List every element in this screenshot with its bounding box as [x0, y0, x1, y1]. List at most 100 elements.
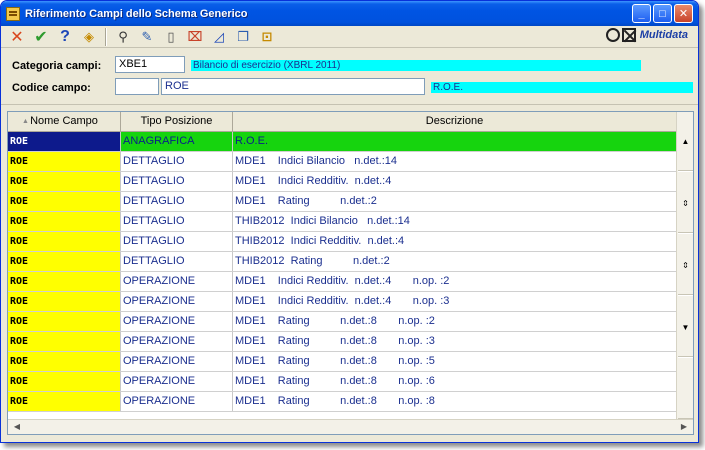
cell-tipo-posizione[interactable]: DETTAGLIO [121, 212, 233, 231]
grid-body: ROE ANAGRAFICA R.O.E. ROE DETTAGLIO MDE1 Indi… [8, 132, 677, 412]
edit-icon[interactable]: ✎ [137, 27, 157, 47]
cell-descrizione[interactable]: MDE1 Rating n.det.:8 n.op. :3 [233, 332, 677, 351]
codice-value-field[interactable]: ROE [161, 78, 425, 95]
cell-nome-campo[interactable]: ROE [8, 292, 121, 311]
cell-tipo-posizione[interactable]: OPERAZIONE [121, 392, 233, 411]
codice-description: R.O.E. [431, 82, 693, 93]
table-row[interactable]: ROE OPERAZIONE MDE1 Indici Redditiv. n.det… [8, 292, 677, 312]
cell-nome-campo[interactable]: ROE [8, 392, 121, 411]
cell-descrizione[interactable]: THIB2012 Indici Bilancio n.det.:14 [233, 212, 677, 231]
scroll-end-icon[interactable] [678, 360, 693, 420]
cell-descrizione[interactable]: MDE1 Rating n.det.:8 n.op. :5 [233, 352, 677, 371]
categoria-code-field[interactable]: XBE1 [115, 56, 185, 73]
scroll-down-icon[interactable]: ▼ [678, 298, 693, 358]
cell-tipo-posizione[interactable]: DETTAGLIO [121, 252, 233, 271]
cell-nome-campo[interactable]: ROE [8, 212, 121, 231]
cell-tipo-posizione[interactable]: ANAGRAFICA [121, 132, 233, 151]
cell-tipo-posizione[interactable]: OPERAZIONE [121, 332, 233, 351]
cell-descrizione[interactable]: MDE1 Rating n.det.:8 n.op. :2 [233, 312, 677, 331]
table-row[interactable]: ROE OPERAZIONE MDE1 Rating n.det.:8 n.op. … [8, 332, 677, 352]
cell-nome-campo[interactable]: ROE [8, 312, 121, 331]
categoria-description: Bilancio di esercizio (XBRL 2011) [191, 60, 641, 71]
codice-code-field[interactable] [115, 78, 159, 95]
search-icon[interactable]: ⚲ [113, 27, 133, 47]
scroll-page-up-icon[interactable]: ⇕ [678, 174, 693, 234]
minimize-button[interactable]: _ [632, 4, 651, 23]
table-row[interactable]: ROE DETTAGLIO THIB2012 Indici Redditiv. n.… [8, 232, 677, 252]
table-row[interactable]: ROE OPERAZIONE MDE1 Indici Redditiv. n.det… [8, 272, 677, 292]
help-icon[interactable]: ? [55, 27, 75, 47]
filter-form: Categoria campi: XBE1 Bilancio di eserci… [1, 48, 698, 105]
cell-nome-campo[interactable]: ROE [8, 172, 121, 191]
scroll-right-icon[interactable]: ▶ [677, 421, 691, 433]
table-row[interactable]: ROE OPERAZIONE MDE1 Rating n.det.:8 n.op. … [8, 352, 677, 372]
table-row[interactable]: ROE DETTAGLIO MDE1 Indici Bilancio n.det.:… [8, 152, 677, 172]
title-bar[interactable]: Riferimento Campi dello Schema Generico … [1, 1, 698, 26]
cell-descrizione[interactable]: MDE1 Rating n.det.:8 n.op. :8 [233, 392, 677, 411]
scroll-page-down-icon[interactable]: ⇕ [678, 236, 693, 296]
table-row[interactable]: ROE DETTAGLIO MDE1 Indici Redditiv. n.det.… [8, 172, 677, 192]
cell-descrizione[interactable]: THIB2012 Indici Redditiv. n.det.:4 [233, 232, 677, 251]
cell-nome-campo[interactable]: ROE [8, 372, 121, 391]
new-document-icon[interactable]: ▯ [161, 27, 181, 47]
app-icon [6, 6, 20, 21]
cell-descrizione[interactable]: MDE1 Indici Bilancio n.det.:14 [233, 152, 677, 171]
vertical-scrollbar[interactable]: ▲ ⇕ ⇕ ▼ [676, 112, 693, 420]
column-header-tipo[interactable]: Tipo Posizione [121, 112, 233, 131]
cell-descrizione[interactable]: MDE1 Indici Redditiv. n.det.:4 n.op. :2 [233, 272, 677, 291]
scroll-up-icon[interactable]: ▲ [678, 112, 693, 172]
cell-nome-campo[interactable]: ROE [8, 132, 121, 151]
window-icon[interactable]: ❐ [233, 27, 253, 47]
cell-descrizione[interactable]: MDE1 Rating n.det.:2 [233, 192, 677, 211]
delete-icon[interactable]: ⌧ [185, 27, 205, 47]
table-row[interactable]: ROE DETTAGLIO THIB2012 Indici Bilancio n.d… [8, 212, 677, 232]
cell-nome-campo[interactable]: ROE [8, 192, 121, 211]
confirm-icon[interactable]: ✔ [31, 27, 51, 47]
cross-box-icon [621, 28, 636, 42]
ruler-icon[interactable]: ◿ [209, 27, 229, 47]
close-button[interactable]: ✕ [674, 4, 693, 23]
cell-nome-campo[interactable]: ROE [8, 252, 121, 271]
cell-descrizione[interactable]: MDE1 Indici Redditiv. n.det.:4 n.op. :3 [233, 292, 677, 311]
column-header-descrizione[interactable]: Descrizione [233, 112, 677, 131]
column-header-nome[interactable]: ▲ Nome Campo [8, 112, 121, 131]
cell-descrizione[interactable]: THIB2012 Rating n.det.:2 [233, 252, 677, 271]
data-grid: ▲ Nome Campo Tipo Posizione Descrizione … [7, 111, 694, 435]
maximize-button[interactable]: □ [653, 4, 672, 23]
cell-tipo-posizione[interactable]: DETTAGLIO [121, 152, 233, 171]
cell-descrizione[interactable]: R.O.E. [233, 132, 677, 151]
cell-descrizione[interactable]: MDE1 Indici Redditiv. n.det.:4 [233, 172, 677, 191]
cell-descrizione[interactable]: MDE1 Rating n.det.:8 n.op. :6 [233, 372, 677, 391]
cell-tipo-posizione[interactable]: OPERAZIONE [121, 372, 233, 391]
codice-label: Codice campo: [12, 82, 91, 94]
table-row[interactable]: ROE OPERAZIONE MDE1 Rating n.det.:8 n.op. … [8, 392, 677, 412]
cell-nome-campo[interactable]: ROE [8, 152, 121, 171]
cell-tipo-posizione[interactable]: OPERAZIONE [121, 312, 233, 331]
cell-tipo-posizione[interactable]: OPERAZIONE [121, 272, 233, 291]
table-row[interactable]: ROE OPERAZIONE MDE1 Rating n.det.:8 n.op. … [8, 312, 677, 332]
cell-nome-campo[interactable]: ROE [8, 232, 121, 251]
cell-nome-campo[interactable]: ROE [8, 332, 121, 351]
cell-nome-campo[interactable]: ROE [8, 352, 121, 371]
categoria-label: Categoria campi: [12, 60, 102, 72]
cell-tipo-posizione[interactable]: OPERAZIONE [121, 352, 233, 371]
table-row[interactable]: ROE DETTAGLIO THIB2012 Rating n.det.:2 [8, 252, 677, 272]
table-row[interactable]: ROE OPERAZIONE MDE1 Rating n.det.:8 n.op. … [8, 372, 677, 392]
cell-nome-campo[interactable]: ROE [8, 272, 121, 291]
brand-logo: Multidata [605, 28, 688, 42]
cell-tipo-posizione[interactable]: OPERAZIONE [121, 292, 233, 311]
main-window: Riferimento Campi dello Schema Generico … [0, 0, 699, 443]
sort-up-icon: ▲ [22, 118, 29, 125]
circle-icon [605, 28, 620, 42]
cell-tipo-posizione[interactable]: DETTAGLIO [121, 172, 233, 191]
cancel-icon[interactable]: ✕ [7, 27, 27, 47]
navigate-icon[interactable]: ◈ [79, 27, 99, 47]
cell-tipo-posizione[interactable]: DETTAGLIO [121, 232, 233, 251]
lock-icon[interactable]: ⊡ [257, 27, 277, 47]
toolbar: ✕ ✔ ? ◈ ⚲ ✎ ▯ ⌧ ◿ ❐ ⊡ [1, 26, 698, 48]
table-row[interactable]: ROE DETTAGLIO MDE1 Rating n.det.:2 [8, 192, 677, 212]
table-row[interactable]: ROE ANAGRAFICA R.O.E. [8, 132, 677, 152]
cell-tipo-posizione[interactable]: DETTAGLIO [121, 192, 233, 211]
scroll-left-icon[interactable]: ◀ [10, 421, 24, 433]
horizontal-scrollbar[interactable]: ◀ ▶ [8, 419, 693, 434]
